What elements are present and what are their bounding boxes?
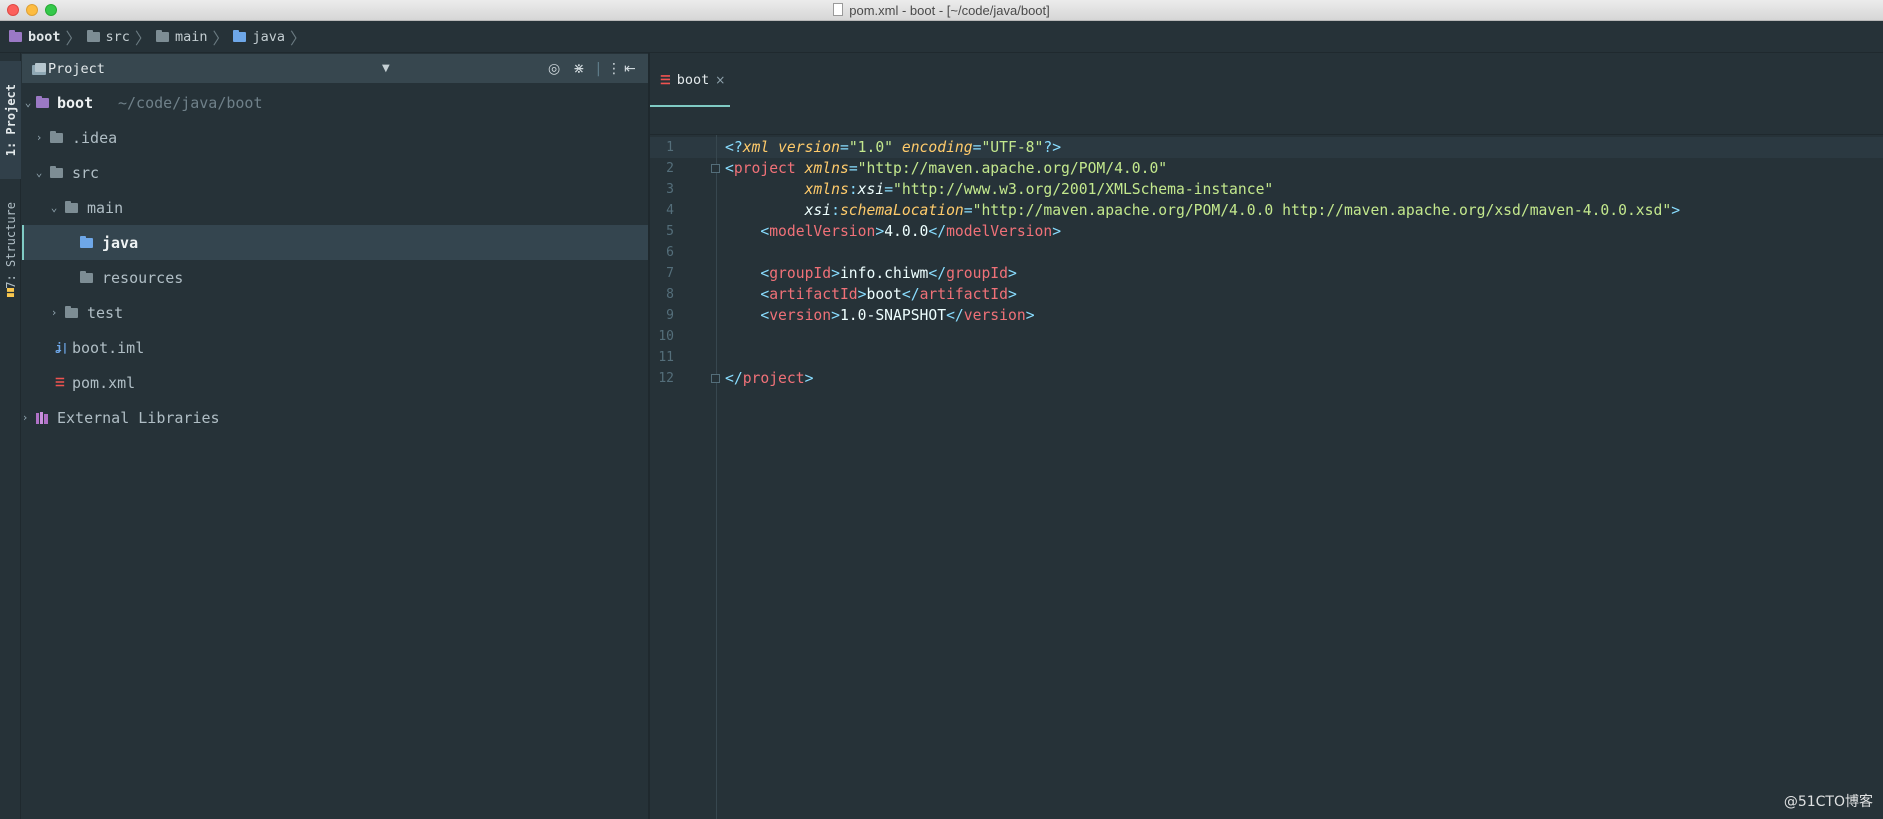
project-view-icon	[32, 62, 46, 75]
editor-tab-bar: ☰ boot ×	[650, 53, 1883, 135]
library-icon	[36, 412, 48, 424]
folder-icon	[50, 131, 63, 143]
toolbar-divider: |	[596, 61, 601, 77]
code-line-2[interactable]: <project xmlns="http://maven.apache.org/…	[725, 158, 1167, 179]
tree-item-src[interactable]: ⌄ src	[22, 155, 648, 190]
breadcrumb-item-src[interactable]: src 〉	[86, 25, 156, 49]
tree-item-java[interactable]: java	[22, 225, 648, 260]
line-number: 7	[666, 266, 674, 281]
breadcrumb-item-java[interactable]: java 〉	[233, 25, 311, 49]
line-number: 6	[666, 245, 674, 260]
chevron-down-icon[interactable]: ⌄	[33, 166, 45, 179]
code-line-8[interactable]: <artifactId>boot</artifactId>	[725, 284, 1016, 305]
line-number: 3	[666, 182, 674, 197]
collapse-settings-icon[interactable]: ⋇	[573, 60, 585, 78]
line-number: 8	[666, 287, 674, 302]
title-bar: pom.xml - boot - [~/code/java/boot]	[0, 0, 1883, 21]
breadcrumb: boot 〉 src 〉 main 〉 java 〉	[0, 21, 1883, 53]
xml-file-icon: ☰	[55, 375, 65, 389]
chevron-down-icon[interactable]: ⌄	[22, 96, 34, 109]
chevron-right-icon: 〉	[134, 28, 151, 48]
tab-boot[interactable]: ☰ boot ×	[650, 53, 730, 107]
code-line-12[interactable]: </project>	[725, 368, 813, 389]
code-line-5[interactable]: <modelVersion>4.0.0</modelVersion>	[725, 221, 1061, 242]
watermark: @51CTO博客	[1783, 794, 1873, 810]
line-number: 11	[658, 350, 674, 365]
tab-structure[interactable]: 7: Structure	[0, 188, 21, 303]
tab-project[interactable]: 1: Project	[0, 61, 21, 179]
tree-item-idea[interactable]: › .idea	[22, 120, 648, 155]
tree-item-boot-iml[interactable]: ʝ| boot.iml	[22, 330, 648, 365]
window-title: pom.xml - boot - [~/code/java/boot]	[849, 3, 1050, 18]
active-tab-indicator	[650, 105, 730, 107]
document-icon	[833, 3, 844, 16]
xml-file-icon: ☰	[660, 73, 671, 87]
tree-item-external-libraries[interactable]: › External Libraries	[22, 400, 648, 435]
folder-icon	[155, 29, 169, 42]
hide-panel-icon[interactable]: ⇤	[624, 60, 636, 78]
line-number: 5	[666, 224, 674, 239]
code-line-9[interactable]: <version>1.0-SNAPSHOT</version>	[725, 305, 1034, 326]
tree-item-pom-xml[interactable]: ☰ pom.xml	[22, 365, 648, 400]
code-line-4[interactable]: xsi:schemaLocation="http://maven.apache.…	[725, 200, 1680, 221]
chevron-right-icon[interactable]: ›	[33, 131, 45, 144]
chevron-right-icon: 〉	[212, 28, 229, 48]
source-folder-icon	[233, 29, 247, 42]
line-number: 10	[658, 329, 674, 344]
more-options-icon[interactable]: ⋮	[607, 60, 621, 78]
module-folder-icon	[9, 29, 22, 42]
iml-file-icon: ʝ|	[55, 340, 69, 354]
chevron-down-icon[interactable]: ⌄	[48, 201, 60, 214]
chevron-right-icon[interactable]: ›	[48, 306, 60, 319]
line-number: 4	[666, 203, 674, 218]
folder-icon	[86, 29, 100, 42]
folder-icon	[50, 166, 63, 178]
fold-marker-icon[interactable]	[711, 164, 720, 173]
fold-marker-icon[interactable]	[711, 374, 720, 383]
locate-file-icon[interactable]: ◎	[548, 60, 560, 78]
project-panel-header: Project ▼ ◎ ⋇ | ⋮ ⇤	[22, 54, 648, 84]
breadcrumb-item-boot[interactable]: boot 〉	[9, 25, 87, 49]
tree-item-main[interactable]: ⌄ main	[22, 190, 648, 225]
source-folder-icon	[80, 236, 93, 248]
code-line-3[interactable]: xmlns:xsi="http://www.w3.org/2001/XMLSch…	[725, 179, 1274, 200]
resources-folder-icon	[80, 271, 93, 283]
gutter-divider	[716, 135, 717, 819]
project-view-selector[interactable]: Project	[48, 61, 105, 77]
line-number: 2	[666, 161, 674, 176]
code-line-7[interactable]: <groupId>info.chiwm</groupId>	[725, 263, 1016, 284]
line-number: 12	[658, 371, 674, 386]
line-number: 1	[666, 140, 674, 155]
breadcrumb-item-main[interactable]: main 〉	[155, 25, 234, 49]
chevron-down-icon[interactable]: ▼	[382, 63, 390, 74]
module-folder-icon	[36, 96, 49, 108]
tree-item-test[interactable]: › test	[22, 295, 648, 330]
tree-item-boot[interactable]: ⌄ boot ~/code/java/boot	[22, 85, 648, 120]
chevron-right-icon: 〉	[65, 28, 82, 48]
chevron-right-icon[interactable]: ›	[19, 411, 31, 424]
chevron-right-icon: 〉	[289, 28, 306, 48]
project-tree: ⌄ boot ~/code/java/boot › .idea ⌄ src ⌄ …	[22, 85, 648, 819]
line-number: 9	[666, 308, 674, 323]
close-icon[interactable]: ×	[715, 73, 725, 87]
code-line-1[interactable]: <?xml version="1.0" encoding="UTF-8"?>	[725, 137, 1061, 158]
tool-window-strip: 1: Project 7: Structure	[0, 53, 21, 819]
folder-icon	[65, 201, 78, 213]
tree-item-resources[interactable]: resources	[22, 260, 648, 295]
structure-icon	[6, 288, 15, 297]
folder-icon	[65, 306, 78, 318]
